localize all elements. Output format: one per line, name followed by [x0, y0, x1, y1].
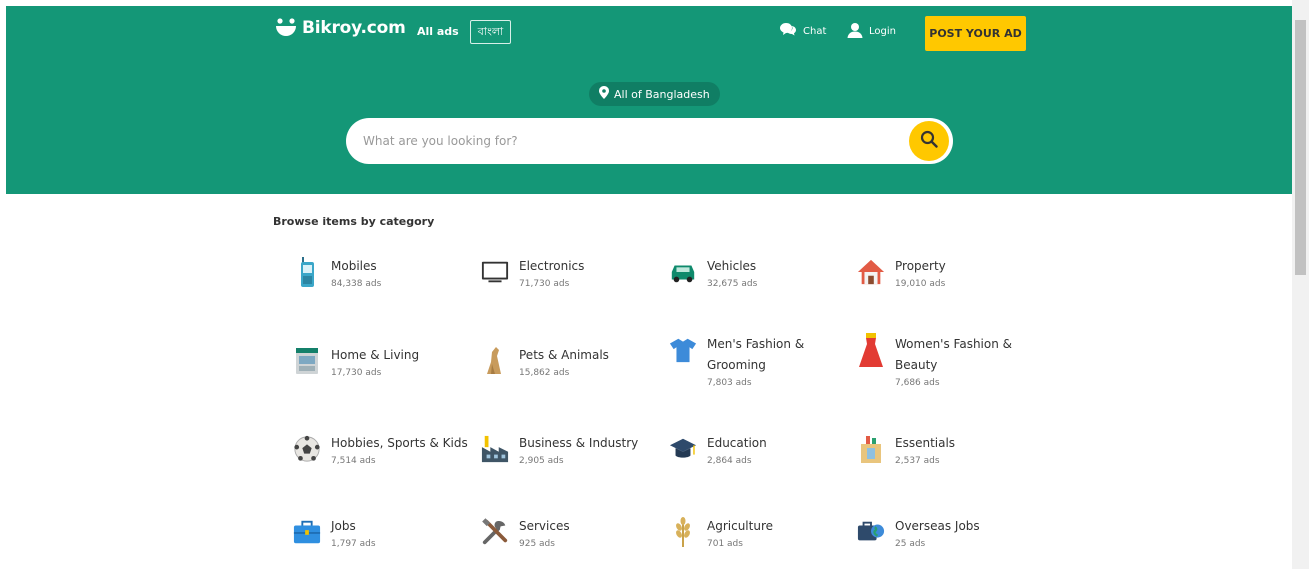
category-name: Jobs [331, 519, 356, 533]
category-count: 71,730 ads [519, 279, 570, 289]
category-count: 32,675 ads [707, 279, 758, 289]
page: Bikroy.com All ads বাংলা Chat Login POST… [0, 0, 1309, 569]
chat-icon [779, 22, 797, 41]
category-mobiles[interactable]: Mobiles 84,338 ads [293, 256, 473, 291]
category-mens-fashion[interactable]: Men's Fashion & Grooming 7,803 ads [669, 334, 849, 390]
category-count: 15,862 ads [519, 368, 570, 378]
login-label: Login [869, 26, 896, 37]
category-count: 7,686 ads [895, 378, 940, 388]
graduation-cap-icon [669, 433, 697, 465]
monitor-icon [481, 256, 509, 288]
briefcase-icon [293, 516, 321, 548]
category-name: Essentials [895, 436, 956, 450]
category-count: 19,010 ads [895, 279, 946, 289]
search-button[interactable] [909, 121, 949, 161]
category-business-industry[interactable]: Business & Industry 2,905 ads [481, 433, 661, 468]
category-hobbies-sports[interactable]: Hobbies, Sports & Kids 7,514 ads [293, 433, 473, 468]
tshirt-icon [669, 334, 697, 366]
logo-text: Bikroy.com [302, 18, 406, 38]
top-nav: Bikroy.com All ads বাংলা Chat Login POST… [274, 10, 1026, 52]
globe-briefcase-icon [857, 516, 885, 548]
login-button[interactable]: Login [847, 22, 896, 41]
category-electronics[interactable]: Electronics 71,730 ads [481, 256, 661, 291]
category-count: 84,338 ads [331, 279, 382, 289]
wheat-icon [669, 516, 697, 548]
factory-icon [481, 433, 509, 465]
logo-smile-icon [274, 16, 298, 40]
category-count: 701 ads [707, 539, 743, 549]
all-ads-link[interactable]: All ads [417, 25, 459, 38]
category-name: Agriculture [707, 519, 773, 533]
category-name: Vehicles [707, 259, 757, 273]
browse-title: Browse items by category [273, 215, 435, 228]
category-count: 1,797 ads [331, 539, 376, 549]
house-icon [857, 256, 885, 288]
mobile-phone-icon [293, 256, 321, 288]
search-bar [346, 118, 953, 164]
language-button[interactable]: বাংলা [470, 20, 511, 44]
category-count: 7,803 ads [707, 378, 752, 388]
location-pin-icon [599, 86, 609, 102]
scrollbar-thumb[interactable] [1295, 20, 1306, 275]
category-jobs[interactable]: Jobs 1,797 ads [293, 516, 473, 551]
chat-label: Chat [803, 26, 827, 37]
category-name: Property [895, 259, 946, 273]
location-selector[interactable]: All of Bangladesh [589, 82, 720, 106]
category-name: Home & Living [331, 348, 420, 362]
category-agriculture[interactable]: Agriculture 701 ads [669, 516, 849, 551]
category-count: 25 ads [895, 539, 926, 549]
category-name: Electronics [519, 259, 585, 273]
dress-icon [857, 333, 885, 367]
logo[interactable]: Bikroy.com [274, 16, 406, 40]
category-count: 2,864 ads [707, 456, 752, 466]
category-name: Overseas Jobs [895, 519, 980, 533]
category-count: 2,905 ads [519, 456, 564, 466]
category-womens-fashion[interactable]: Women's Fashion & Beauty 7,686 ads [857, 333, 1037, 390]
category-essentials[interactable]: Essentials 2,537 ads [857, 433, 1037, 468]
site-header: Bikroy.com All ads বাংলা Chat Login POST… [6, 6, 1292, 194]
football-icon [293, 433, 321, 465]
category-name: Services [519, 519, 570, 533]
category-property[interactable]: Property 19,010 ads [857, 256, 1037, 291]
category-count: 17,730 ads [331, 368, 382, 378]
category-name: Women's Fashion & Beauty [895, 337, 1013, 372]
search-input[interactable] [363, 118, 903, 164]
category-home-living[interactable]: Home & Living 17,730 ads [293, 345, 473, 380]
category-services[interactable]: Services 925 ads [481, 516, 661, 551]
furniture-icon [293, 345, 321, 377]
category-name: Pets & Animals [519, 348, 609, 362]
category-name: Education [707, 436, 767, 450]
post-ad-button[interactable]: POST YOUR AD [925, 16, 1026, 51]
location-label: All of Bangladesh [614, 87, 710, 101]
category-name: Business & Industry [519, 436, 639, 450]
category-count: 2,537 ads [895, 456, 940, 466]
dog-icon [481, 345, 509, 377]
grocery-bag-icon [857, 433, 885, 465]
page-scrollbar[interactable] [1292, 0, 1309, 569]
search-icon [920, 130, 938, 152]
category-vehicles[interactable]: Vehicles 32,675 ads [669, 256, 849, 291]
tools-icon [481, 516, 509, 548]
category-count: 925 ads [519, 539, 555, 549]
category-name: Men's Fashion & Grooming [707, 337, 805, 372]
category-count: 7,514 ads [331, 456, 376, 466]
user-icon [847, 22, 863, 41]
car-icon [669, 256, 697, 288]
category-name: Hobbies, Sports & Kids [331, 436, 468, 450]
category-name: Mobiles [331, 259, 377, 273]
category-pets-animals[interactable]: Pets & Animals 15,862 ads [481, 345, 661, 380]
category-overseas-jobs[interactable]: Overseas Jobs 25 ads [857, 516, 1037, 551]
category-education[interactable]: Education 2,864 ads [669, 433, 849, 468]
chat-button[interactable]: Chat [779, 22, 826, 41]
